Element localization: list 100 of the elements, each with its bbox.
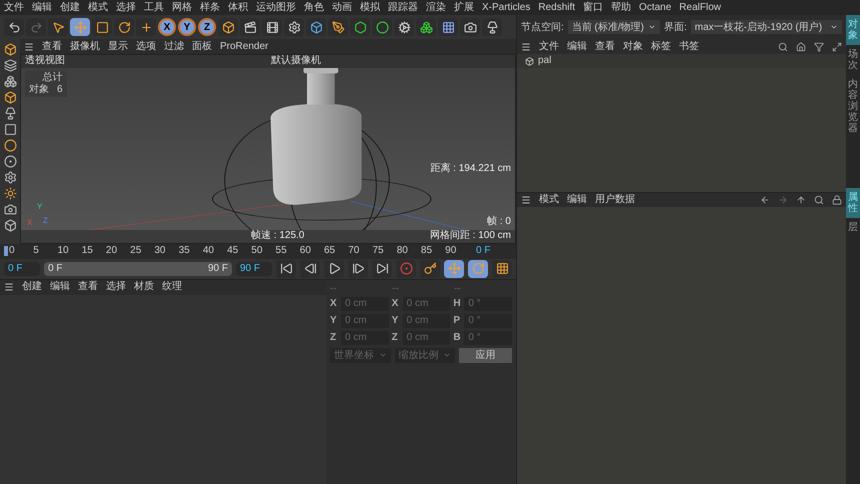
step-back-button[interactable] [300,260,320,278]
coordinate-system-button[interactable] [218,18,238,36]
tool-icon[interactable] [4,123,16,136]
object-menu-item[interactable]: 对象 [623,42,643,52]
end-frame-field[interactable]: 90 F [236,262,272,276]
tool-icon[interactable] [4,187,16,200]
main-menu-item[interactable]: 扩展 [454,2,474,12]
main-menu-item[interactable]: 体积 [228,2,248,12]
tool-icon[interactable] [4,171,16,184]
material-menu-item[interactable]: 编辑 [50,282,70,292]
main-menu-item[interactable]: 角色 [304,2,324,12]
main-menu-item[interactable]: 运动图形 [256,2,296,12]
viewport-menu-item[interactable]: 显示 [108,42,128,52]
home-icon[interactable] [796,42,806,52]
scale-button[interactable] [92,18,112,36]
skip-forward-button[interactable] [372,260,392,278]
tool-icon[interactable] [4,203,16,216]
side-tab[interactable]: 属性 [846,188,860,218]
object-menu-item[interactable]: 文件 [539,42,559,52]
material-menu-item[interactable]: 选择 [106,282,126,292]
main-menu-item[interactable]: 编辑 [32,2,52,12]
main-menu-item[interactable]: RealFlow [679,2,721,12]
viewport[interactable]: 透视视图 默认摄像机 总计 对象 6 距离 : 194.221 cm Y X Z 帧 : 0 帧速 : 125.0 网格间距 : 100 cm [20,54,516,244]
main-menu-item[interactable]: 模式 [88,2,108,12]
gear-button[interactable] [284,18,304,36]
start-frame-field[interactable]: 0 F [4,262,40,276]
menu-icon[interactable] [521,195,531,205]
attribute-menu-item[interactable]: 模式 [539,195,559,205]
tool-icon[interactable] [4,91,16,104]
back-arrow-icon[interactable] [760,195,770,205]
main-menu-item[interactable]: 选择 [116,2,136,12]
hexagon-button[interactable] [350,18,370,36]
rotate-key-button[interactable] [468,260,488,278]
tool-icon[interactable] [4,219,16,232]
step-forward-button[interactable] [348,260,368,278]
viewport-menu-item[interactable]: 选项 [136,42,156,52]
material-menu-item[interactable]: 创建 [22,282,42,292]
viewport-menu-item[interactable]: 查看 [42,42,62,52]
playhead[interactable] [4,246,8,256]
main-menu-item[interactable]: 帮助 [611,2,632,12]
side-tab[interactable]: 内容浏览器 [846,75,860,138]
move-key-button[interactable] [444,260,464,278]
move-button[interactable] [70,18,90,36]
main-menu-item[interactable]: 渲染 [426,2,446,12]
clapperboard-button[interactable] [240,18,260,36]
up-arrow-icon[interactable] [796,195,806,205]
viewport-menu-item[interactable]: 摄像机 [70,42,100,52]
skip-back-button[interactable] [276,260,296,278]
viewport-menu-item[interactable]: 过滤 [164,42,184,52]
grid-key-button[interactable] [492,260,512,278]
tool-icon[interactable] [4,59,16,72]
rotate-button[interactable] [114,18,134,36]
tool-icon[interactable] [4,155,16,168]
node-space-dropdown[interactable]: 当前 (标准/物理) [568,20,660,34]
material-menu-item[interactable]: 材质 [134,282,154,292]
object-menu-item[interactable]: 编辑 [567,42,587,52]
axis-lock-button[interactable]: Z [198,18,216,36]
material-menu-item[interactable]: 查看 [78,282,98,292]
lock-icon[interactable] [832,195,842,205]
tool-icon[interactable] [4,75,16,88]
camera-button[interactable] [460,18,480,36]
circle-button[interactable] [372,18,392,36]
viewport-menu-item[interactable]: ProRender [220,42,268,52]
side-tab[interactable]: 场次 [846,45,860,75]
timeline-ruler[interactable]: 0 5 10 15 20 25 30 35 40 45 50 55 60 65 70 75 80 85 90 0 F [0,244,516,258]
undo-button[interactable] [4,18,24,36]
attribute-menu-item[interactable]: 用户数据 [595,195,635,205]
main-menu-item[interactable]: Redshift [538,2,576,12]
key-button[interactable] [420,260,440,278]
main-menu-item[interactable]: 样条 [200,2,220,12]
menu-icon[interactable] [24,42,34,52]
main-menu-item[interactable]: 网格 [172,2,192,12]
axis-lock-button[interactable]: Y [178,18,196,36]
main-menu-item[interactable]: 动画 [332,2,352,12]
tool-icon[interactable] [4,43,16,56]
grid-button[interactable] [438,18,458,36]
object-menu-item[interactable]: 书签 [679,42,699,52]
main-menu-item[interactable]: 窗口 [583,2,604,12]
maximize-icon[interactable] [832,42,842,52]
tool-icon[interactable] [4,139,16,152]
pen-button[interactable] [328,18,348,36]
cursor-button[interactable] [48,18,68,36]
menu-icon[interactable] [521,42,531,52]
side-tab[interactable]: 对象 [846,15,860,45]
forward-arrow-icon[interactable] [778,195,788,205]
object-menu-item[interactable]: 查看 [595,42,615,52]
main-menu-item[interactable]: 模拟 [360,2,380,12]
attribute-menu-item[interactable]: 编辑 [567,195,587,205]
cube-button[interactable] [306,18,326,36]
range-slider[interactable]: 0 F 90 F [44,262,232,276]
search-icon[interactable] [814,195,824,205]
filter-icon[interactable] [814,42,824,52]
main-menu-item[interactable]: X-Particles [482,2,530,12]
main-menu-item[interactable]: 创建 [60,2,80,12]
cog-button[interactable] [394,18,414,36]
main-menu-item[interactable]: 工具 [144,2,164,12]
main-menu-item[interactable]: 文件 [4,2,24,12]
main-menu-item[interactable]: Octane [639,2,672,12]
object-menu-item[interactable]: 标签 [651,42,671,52]
plus-button[interactable] [136,18,156,36]
